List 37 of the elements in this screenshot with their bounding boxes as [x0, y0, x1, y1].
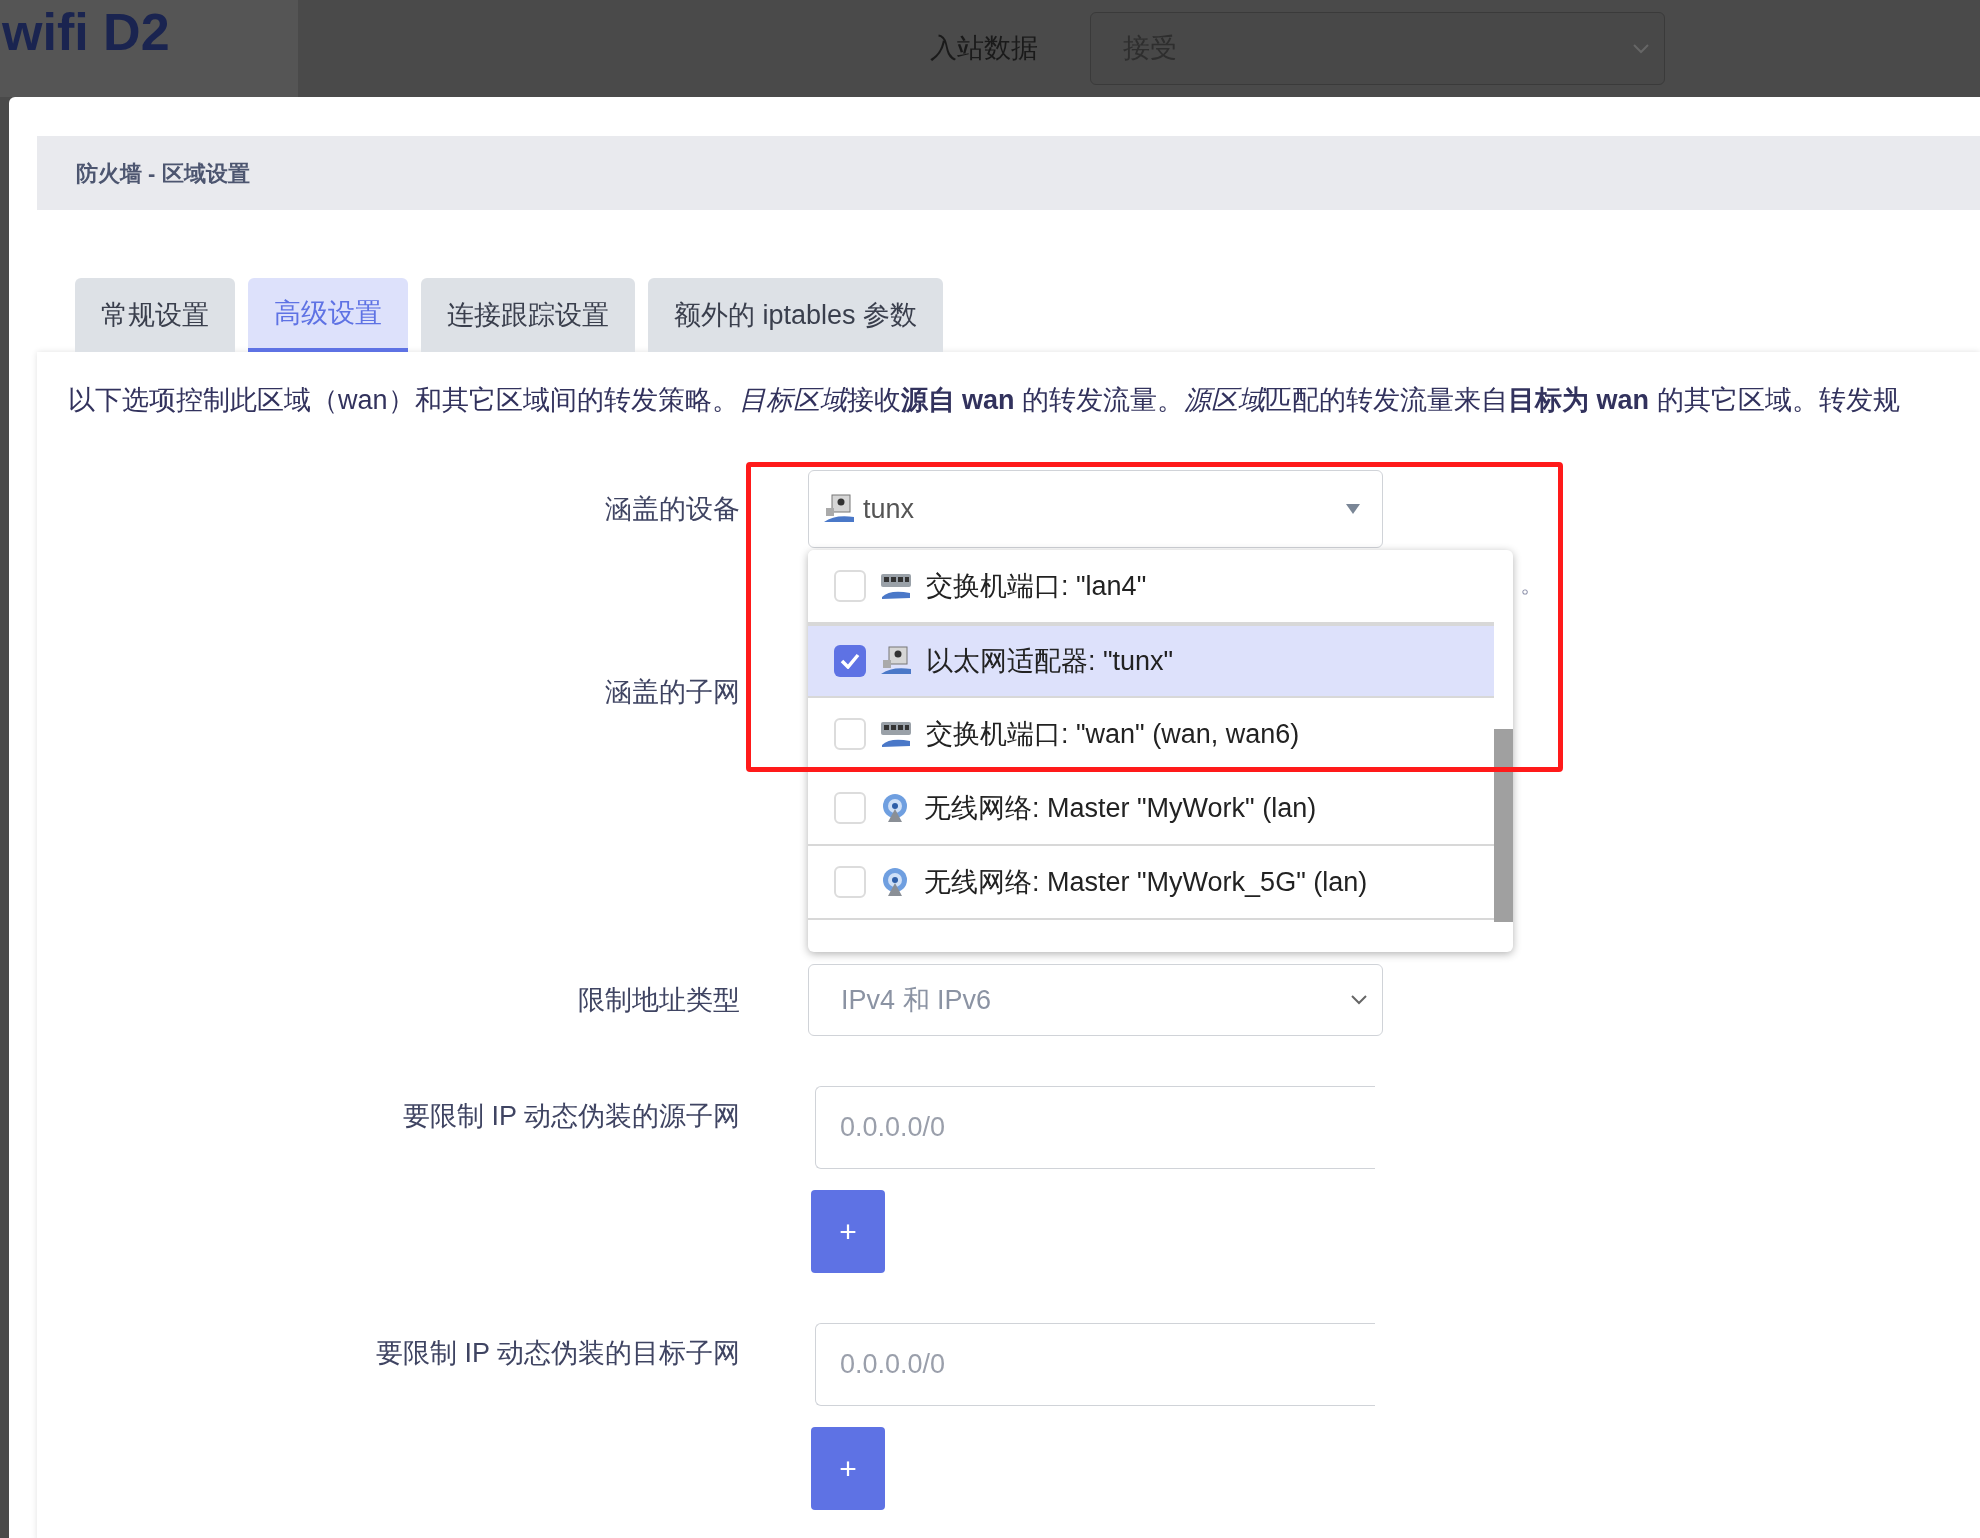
checkbox[interactable]: [834, 645, 866, 677]
field-label: 要限制 IP 动态伪装的目标子网: [375, 1337, 740, 1370]
dropdown-option[interactable]: 无线网络: Master "MyWork_5G" (lan): [808, 846, 1494, 920]
network-adapter-icon: [823, 494, 855, 524]
field-label: 要限制 IP 动态伪装的源子网: [402, 1100, 740, 1133]
wireless-icon: [880, 867, 910, 897]
check-icon: [840, 653, 860, 669]
subnet-input[interactable]: 0.0.0.0/0: [815, 1086, 1375, 1169]
checkbox[interactable]: [834, 792, 866, 824]
subnet-input[interactable]: 0.0.0.0/0: [815, 1323, 1375, 1406]
brand-logo: wifi D2: [2, 6, 170, 58]
field-label: 限制地址类型: [578, 984, 740, 1017]
caret-down-icon: [1346, 504, 1360, 514]
scrollbar[interactable]: [1494, 729, 1513, 922]
chevron-down-icon: [1350, 994, 1368, 1006]
tab[interactable]: 常规设置: [75, 278, 235, 352]
checkbox[interactable]: [834, 866, 866, 898]
add-button[interactable]: +: [811, 1427, 885, 1510]
network-switch-icon: [880, 719, 912, 749]
network-switch-icon: [880, 571, 912, 601]
checkbox[interactable]: [834, 718, 866, 750]
description-text: 以下选项控制此区域（wan）和其它区域间的转发策略。目标区域接收源自 wan 的转发流量。源区域匹配的转发流量来自目标为 wan 的其它区域。转发规: [68, 385, 1900, 415]
field-label: 涵盖的子网: [605, 676, 740, 709]
checkbox[interactable]: [834, 570, 866, 602]
dropdown-option[interactable]: 交换机端口: "lan4": [808, 550, 1494, 624]
dialog-title: 防火墙 - 区域设置: [76, 159, 250, 188]
field-label: 涵盖的设备: [605, 493, 740, 526]
tab[interactable]: 连接跟踪设置: [421, 278, 635, 352]
dropdown-option[interactable]: 无线网络: Master "MyWork" (lan): [808, 772, 1494, 846]
device-select[interactable]: tunx: [808, 470, 1383, 548]
tab[interactable]: 额外的 iptables 参数: [648, 278, 944, 352]
hint-text: 。: [1520, 569, 1544, 599]
wireless-icon: [880, 793, 910, 823]
chevron-down-icon: [1632, 42, 1650, 55]
network-adapter-icon: [880, 646, 912, 676]
add-button[interactable]: +: [811, 1190, 885, 1273]
dropdown-option[interactable]: 以太网适配器: "tunx": [808, 624, 1494, 698]
